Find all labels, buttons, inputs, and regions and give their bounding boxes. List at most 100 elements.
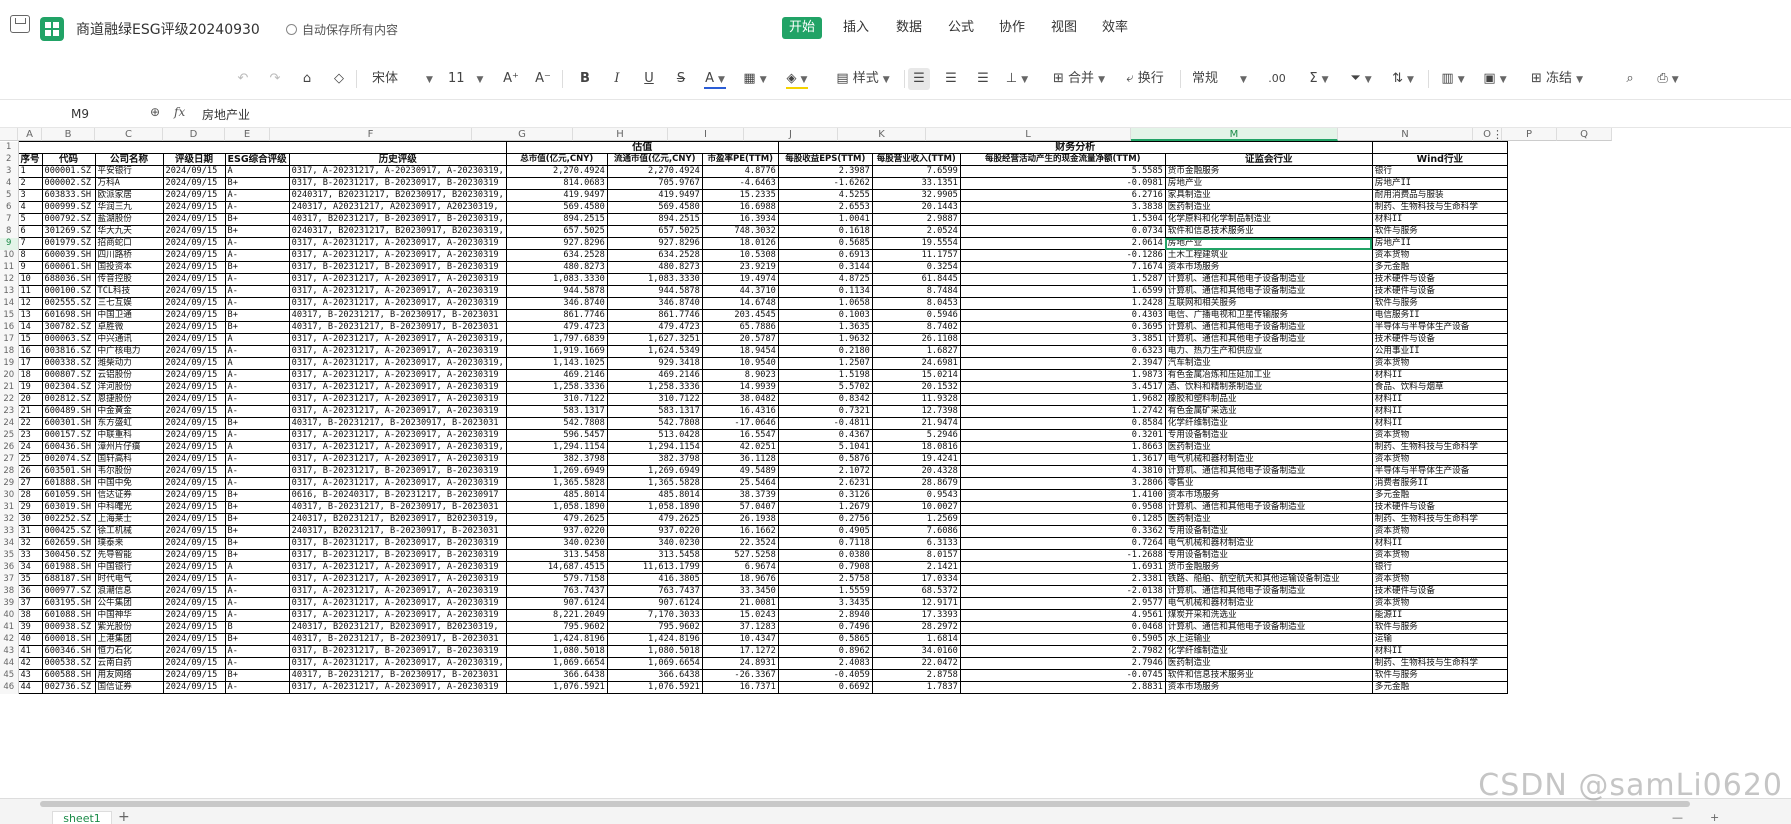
data-cell[interactable]: 34.0160 bbox=[871, 645, 961, 658]
data-cell[interactable]: 37 bbox=[17, 597, 43, 610]
data-cell[interactable]: 907.6124 bbox=[606, 597, 703, 610]
empty-cell[interactable] bbox=[1507, 322, 1536, 334]
data-cell[interactable]: 16.6988 bbox=[701, 201, 779, 214]
data-cell[interactable]: 耐用消费品与服装 bbox=[1371, 189, 1508, 202]
clear-format-icon[interactable]: ◇ bbox=[330, 68, 348, 90]
menu-view[interactable]: 视图 bbox=[1051, 17, 1077, 39]
data-cell[interactable]: 26 bbox=[17, 465, 43, 478]
data-cell[interactable]: 35 bbox=[17, 573, 43, 586]
data-cell[interactable]: 3 bbox=[17, 189, 43, 202]
data-cell[interactable]: A- bbox=[224, 189, 290, 202]
data-cell[interactable]: 0317, A-20231217, A-20230917, A-20230319 bbox=[288, 285, 507, 298]
data-cell[interactable]: 万科A bbox=[94, 177, 164, 190]
data-cell[interactable]: 中兴通讯 bbox=[94, 333, 164, 346]
data-cell[interactable]: 26.1938 bbox=[701, 513, 779, 526]
data-cell[interactable]: 18.0126 bbox=[701, 237, 779, 250]
data-cell[interactable]: 1,269.6949 bbox=[606, 465, 703, 478]
data-cell[interactable]: 33 bbox=[17, 549, 43, 562]
data-cell[interactable]: 18.0816 bbox=[871, 441, 961, 454]
row-header[interactable]: 17 bbox=[0, 333, 19, 346]
data-cell[interactable]: 3.3838 bbox=[959, 201, 1166, 214]
data-cell[interactable]: 1,424.8196 bbox=[505, 633, 608, 646]
empty-cell[interactable] bbox=[1507, 274, 1536, 286]
data-cell[interactable]: 2024/09/15 bbox=[162, 645, 226, 658]
empty-cell[interactable] bbox=[1507, 310, 1536, 322]
column-header[interactable]: F bbox=[270, 128, 472, 141]
empty-cell[interactable] bbox=[1591, 370, 1646, 382]
data-cell[interactable]: 937.0220 bbox=[505, 525, 608, 538]
empty-cell[interactable] bbox=[1536, 586, 1591, 598]
data-cell[interactable]: 招商蛇口 bbox=[94, 237, 164, 250]
menu-efficiency[interactable]: 效率 bbox=[1102, 17, 1128, 39]
data-cell[interactable]: 2024/09/15 bbox=[162, 489, 226, 502]
data-cell[interactable]: 1.6814 bbox=[871, 633, 961, 646]
data-cell[interactable]: 2024/09/15 bbox=[162, 201, 226, 214]
empty-cell[interactable] bbox=[1591, 502, 1646, 514]
column-title[interactable]: 总市值(亿元,CNY) bbox=[505, 153, 608, 166]
empty-cell[interactable] bbox=[1591, 478, 1646, 490]
data-cell[interactable]: 42.0251 bbox=[701, 441, 779, 454]
data-cell[interactable]: 6 bbox=[17, 225, 43, 238]
data-cell[interactable]: 公牛集团 bbox=[94, 597, 164, 610]
data-cell[interactable]: -4.6463 bbox=[701, 177, 779, 190]
data-cell[interactable]: 15.2335 bbox=[701, 189, 779, 202]
data-cell[interactable]: 7.1674 bbox=[959, 261, 1166, 274]
data-cell[interactable]: 600346.SH bbox=[41, 645, 96, 658]
data-cell[interactable]: 2024/09/15 bbox=[162, 189, 226, 202]
empty-cell[interactable] bbox=[1536, 382, 1591, 394]
row-header[interactable]: 25 bbox=[0, 429, 19, 442]
data-cell[interactable]: 19.4241 bbox=[871, 453, 961, 466]
data-cell[interactable]: 634.2528 bbox=[505, 249, 608, 262]
data-cell[interactable]: 1.2679 bbox=[777, 501, 873, 514]
empty-cell[interactable] bbox=[1536, 226, 1591, 238]
data-cell[interactable]: 68.5372 bbox=[871, 585, 961, 598]
data-cell[interactable]: 0317, A-20231217, A-20230917, A-20230319… bbox=[288, 441, 507, 454]
decrease-font-button[interactable]: A⁻ bbox=[532, 68, 554, 90]
data-cell[interactable]: 10.5308 bbox=[701, 249, 779, 262]
empty-cell[interactable] bbox=[1536, 202, 1591, 214]
data-cell[interactable]: -0.0981 bbox=[959, 177, 1166, 190]
data-cell[interactable]: 2024/09/15 bbox=[162, 585, 226, 598]
data-cell[interactable]: 0.0380 bbox=[777, 549, 873, 562]
data-cell[interactable]: 软件和信息技术服务业 bbox=[1164, 225, 1373, 238]
data-cell[interactable]: 927.8296 bbox=[505, 237, 608, 250]
empty-cell[interactable] bbox=[1591, 394, 1646, 406]
data-cell[interactable]: 卓胜微 bbox=[94, 321, 164, 334]
data-cell[interactable]: 19.4974 bbox=[701, 273, 779, 286]
empty-cell[interactable] bbox=[1536, 418, 1591, 430]
data-cell[interactable]: 600588.SH bbox=[41, 669, 96, 682]
data-cell[interactable]: 310.7122 bbox=[606, 393, 703, 406]
data-cell[interactable]: 软件与服务 bbox=[1371, 669, 1508, 682]
data-cell[interactable]: 有色金属矿采选业 bbox=[1164, 405, 1373, 418]
row-header[interactable]: 8 bbox=[0, 225, 19, 238]
data-cell[interactable]: 21 bbox=[17, 405, 43, 418]
data-cell[interactable]: 2024/09/15 bbox=[162, 609, 226, 622]
data-cell[interactable]: A- bbox=[224, 393, 290, 406]
data-cell[interactable]: 0317, A-20231217, A-20230917, A-20230319 bbox=[288, 405, 507, 418]
data-cell[interactable]: 603019.SH bbox=[41, 501, 96, 514]
data-cell[interactable]: 4.5255 bbox=[777, 189, 873, 202]
data-cell[interactable]: 419.9497 bbox=[606, 189, 703, 202]
data-cell[interactable]: 0317, A-20231217, A-20230917, A-20230319 bbox=[288, 297, 507, 310]
data-cell[interactable]: 38.3739 bbox=[701, 489, 779, 502]
data-cell[interactable]: 29 bbox=[17, 501, 43, 514]
data-cell[interactable]: 2024/09/15 bbox=[162, 225, 226, 238]
data-cell[interactable]: -0.4811 bbox=[777, 417, 873, 430]
empty-cell[interactable] bbox=[1536, 490, 1591, 502]
data-cell[interactable]: 2024/09/15 bbox=[162, 273, 226, 286]
data-cell[interactable]: 40317, B-20231217, B-20230917, B-2023031 bbox=[288, 321, 507, 334]
data-cell[interactable]: 资本货物 bbox=[1371, 429, 1508, 442]
freeze-button[interactable]: ⊞ 冻结 ▼ bbox=[1524, 68, 1590, 90]
data-cell[interactable]: B+ bbox=[224, 309, 290, 322]
data-cell[interactable]: 1.8663 bbox=[959, 441, 1166, 454]
data-cell[interactable]: 计算机、通信和其他电子设备制造业 bbox=[1164, 501, 1373, 514]
data-cell[interactable]: 电气机械和器材制造业 bbox=[1164, 537, 1373, 550]
data-cell[interactable]: 240317, B20231217, B20230917, B20230319, bbox=[288, 621, 507, 634]
formula-input[interactable]: 房地产业 bbox=[202, 106, 250, 123]
empty-cell[interactable] bbox=[1591, 202, 1646, 214]
data-cell[interactable]: 39 bbox=[17, 621, 43, 634]
data-cell[interactable]: 18 bbox=[17, 369, 43, 382]
empty-cell[interactable] bbox=[1507, 682, 1536, 694]
empty-cell[interactable] bbox=[1536, 646, 1591, 658]
data-cell[interactable]: 铁路、船舶、航空航天和其他运输设备制造业 bbox=[1164, 573, 1373, 586]
